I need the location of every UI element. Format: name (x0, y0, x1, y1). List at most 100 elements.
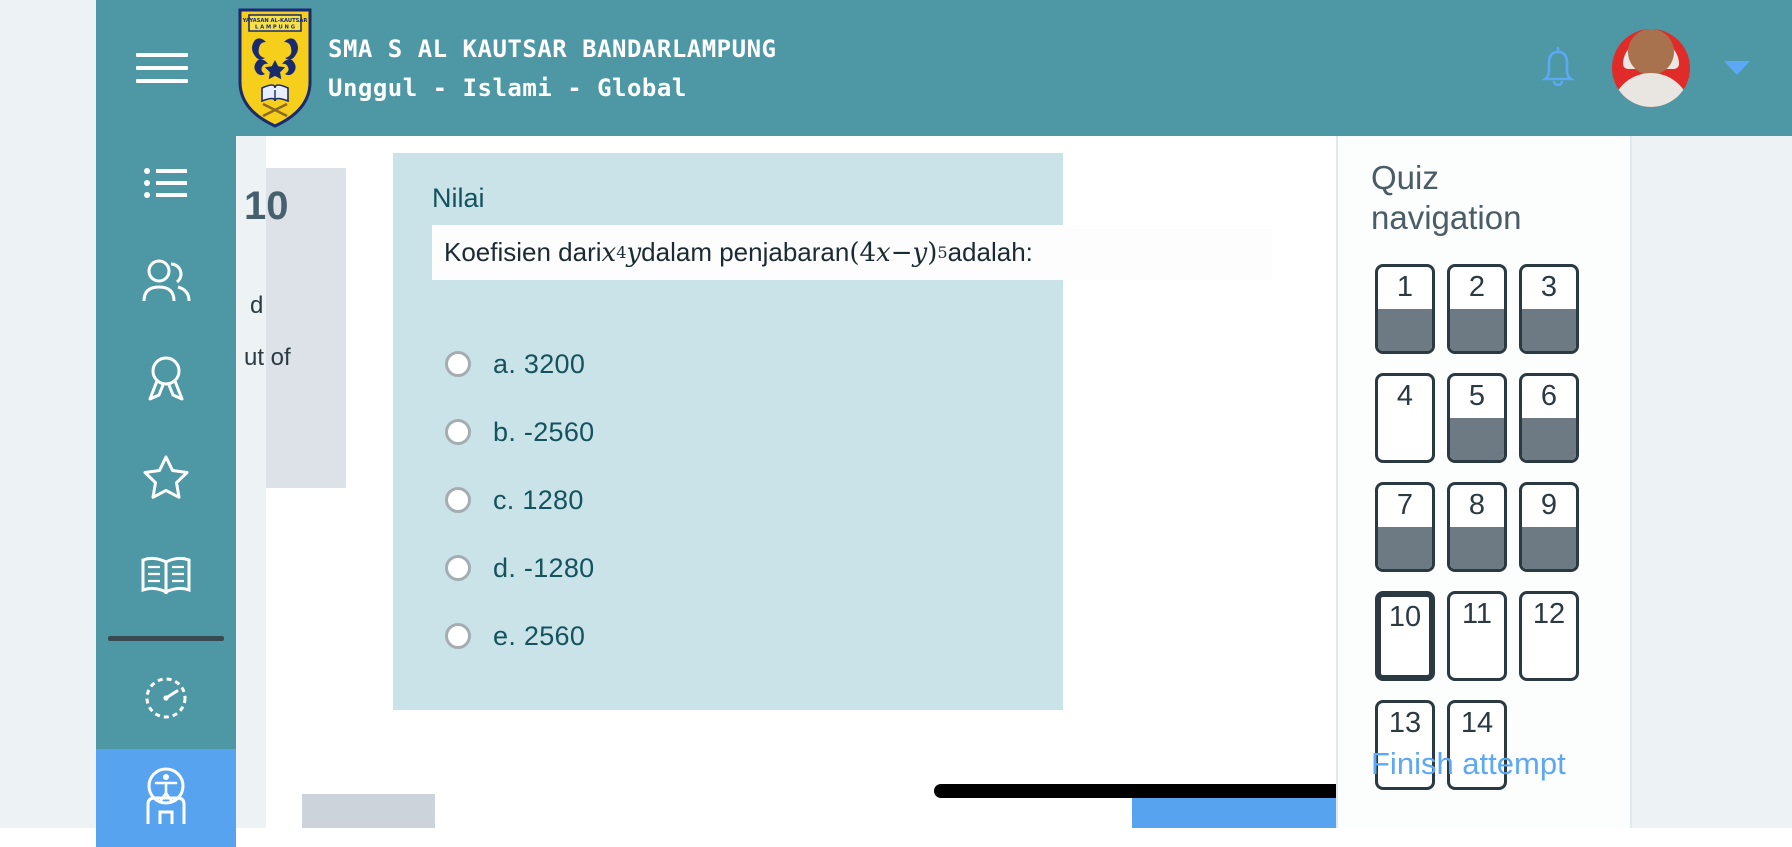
finish-attempt-link[interactable]: Finish attempt (1371, 746, 1566, 782)
quiz-navigation-inner: Quiz navigation 1 2 3 4 5 6 7 8 9 10 11 12 13 14 Fini… (1338, 136, 1630, 828)
chevron-down-icon[interactable] (1724, 61, 1750, 75)
hamburger-menu-icon[interactable] (136, 48, 188, 88)
quiz-nav-button-8[interactable]: 8 (1447, 482, 1507, 572)
question-expr-var-x: x (876, 237, 891, 268)
sidebar-item-participants[interactable] (96, 234, 236, 332)
answer-option-c[interactable]: c. 1280 (445, 466, 594, 534)
radio-button[interactable] (445, 623, 471, 649)
previous-page-button[interactable] (302, 794, 435, 828)
quiz-nav-cell: 2 (1441, 264, 1513, 356)
quiz-nav-cell: 6 (1513, 373, 1585, 465)
next-page-button[interactable] (1132, 794, 1336, 828)
school-logo-icon: YAYASAN AL-KAUTSAR L A M P U N G (236, 6, 314, 130)
top-header: YAYASAN AL-KAUTSAR L A M P U N G SMA S A… (96, 0, 1792, 136)
right-panel-divider (1630, 136, 1632, 828)
answer-label: b. -2560 (493, 416, 595, 447)
quiz-nav-number: 5 (1468, 380, 1486, 412)
quiz-nav-number: 4 (1396, 380, 1414, 412)
quiz-nav-number: 2 (1468, 271, 1486, 303)
quiz-nav-cell: 9 (1513, 482, 1585, 574)
sidebar-item-dashboard[interactable] (96, 651, 236, 749)
avatar-body (1612, 73, 1690, 107)
hamburger-bar (136, 53, 188, 57)
quiz-nav-number: 9 (1540, 489, 1558, 521)
quiz-nav-button-10[interactable]: 10 (1375, 591, 1435, 681)
quiz-nav-button-2[interactable]: 2 (1447, 264, 1507, 354)
sidebar-item-accessibility[interactable] (96, 749, 236, 847)
quiz-nav-button-6[interactable]: 6 (1519, 373, 1579, 463)
answer-option-d[interactable]: d. -1280 (445, 534, 594, 602)
radio-button[interactable] (445, 419, 471, 445)
quiz-nav-button-12[interactable]: 12 (1519, 591, 1579, 681)
hamburger-bar (136, 79, 188, 83)
answer-label: e. 2560 (493, 620, 586, 651)
radio-button[interactable] (445, 555, 471, 581)
accessibility-icon (138, 766, 194, 831)
brand-block[interactable]: YAYASAN AL-KAUTSAR L A M P U N G SMA S A… (236, 6, 776, 130)
answer-option-e[interactable]: e. 2560 (445, 602, 594, 670)
question-expr-minus: − (890, 237, 913, 268)
user-avatar[interactable] (1612, 29, 1690, 107)
quiz-nav-number: 13 (1388, 707, 1422, 739)
question-label: Nilai (432, 183, 485, 213)
quiz-nav-answered-fill (1450, 527, 1504, 569)
sidebar-item-list[interactable] (96, 136, 236, 234)
quiz-nav-button-4[interactable]: 4 (1375, 373, 1435, 463)
quiz-nav-cell: 1 (1369, 264, 1441, 356)
right-panel-filler (1630, 136, 1792, 828)
answer-label: c. 1280 (493, 484, 584, 515)
quiz-nav-answered-fill (1450, 418, 1504, 460)
answer-label: d. -1280 (493, 552, 595, 583)
question-exponent-4: 4 (616, 243, 627, 262)
answer-option-b[interactable]: b. -2560 (445, 398, 594, 466)
quiz-nav-answered-fill (1450, 309, 1504, 351)
question-text: Koefisien dari x4y dalam penjabaran (4 x … (432, 225, 1272, 280)
quiz-nav-button-9[interactable]: 9 (1519, 482, 1579, 572)
answer-option-a[interactable]: a. 3200 (445, 330, 594, 398)
quiz-nav-button-11[interactable]: 11 (1447, 591, 1507, 681)
sidebar-item-competencies[interactable] (96, 430, 236, 528)
quiz-nav-button-5[interactable]: 5 (1447, 373, 1507, 463)
list-icon (143, 165, 189, 206)
question-marks-fragment: ut of (244, 344, 291, 371)
question-expr-close: ) (927, 237, 938, 268)
quiz-nav-cell: 3 (1513, 264, 1585, 356)
radio-button[interactable] (445, 351, 471, 377)
quiz-nav-cell: 11 (1441, 591, 1513, 683)
quiz-nav-answered-fill (1522, 309, 1576, 351)
svg-text:L A M P U N G: L A M P U N G (255, 25, 295, 31)
speedometer-icon (141, 675, 191, 726)
quiz-navigation-title: Quiz navigation (1371, 159, 1522, 237)
question-exponent-5: 5 (937, 243, 948, 262)
book-icon (140, 554, 192, 601)
school-name: SMA S AL KAUTSAR BANDARLAMPUNG (328, 34, 777, 63)
quiz-nav-cell: 8 (1441, 482, 1513, 574)
quiz-nav-button-3[interactable]: 3 (1519, 264, 1579, 354)
school-tagline: Unggul - Islami - Global (328, 73, 687, 102)
sidebar-item-badges[interactable] (96, 332, 236, 430)
question-text-prefix: Koefisien dari (444, 237, 602, 267)
question-expr-open: (4 (849, 237, 877, 268)
question-var-x: x (601, 237, 617, 268)
quiz-nav-number: 1 (1396, 271, 1414, 303)
question-state-fragment: d (250, 292, 264, 319)
radio-button[interactable] (445, 487, 471, 513)
quiz-nav-button-7[interactable]: 7 (1375, 482, 1435, 572)
header-right-group (1538, 29, 1792, 107)
svg-text:YAYASAN AL-KAUTSAR: YAYASAN AL-KAUTSAR (242, 18, 308, 24)
question-number: 10 (244, 184, 289, 228)
question-body: Nilai Koefisien dari x4y dalam penjabara… (393, 153, 1272, 710)
question-var-y: y (626, 237, 642, 268)
horizontal-scrollbar[interactable] (934, 784, 1336, 798)
question-text-suffix: adalah: (947, 237, 1033, 267)
quiz-nav-answered-fill (1378, 309, 1432, 351)
quiz-nav-cell: 4 (1369, 373, 1441, 465)
quiz-nav-button-1[interactable]: 1 (1375, 264, 1435, 354)
brand-text: SMA S AL KAUTSAR BANDARLAMPUNG Unggul - … (328, 35, 776, 102)
notification-bell-icon[interactable] (1538, 46, 1578, 90)
sidebar-divider (108, 636, 224, 641)
question-text-middle: dalam penjabaran (641, 237, 850, 267)
answer-options-list: a. 3200 b. -2560 c. 1280 d. -1280 e. 256… (445, 330, 594, 670)
left-sidebar (96, 136, 236, 847)
sidebar-item-grades[interactable] (96, 528, 236, 626)
